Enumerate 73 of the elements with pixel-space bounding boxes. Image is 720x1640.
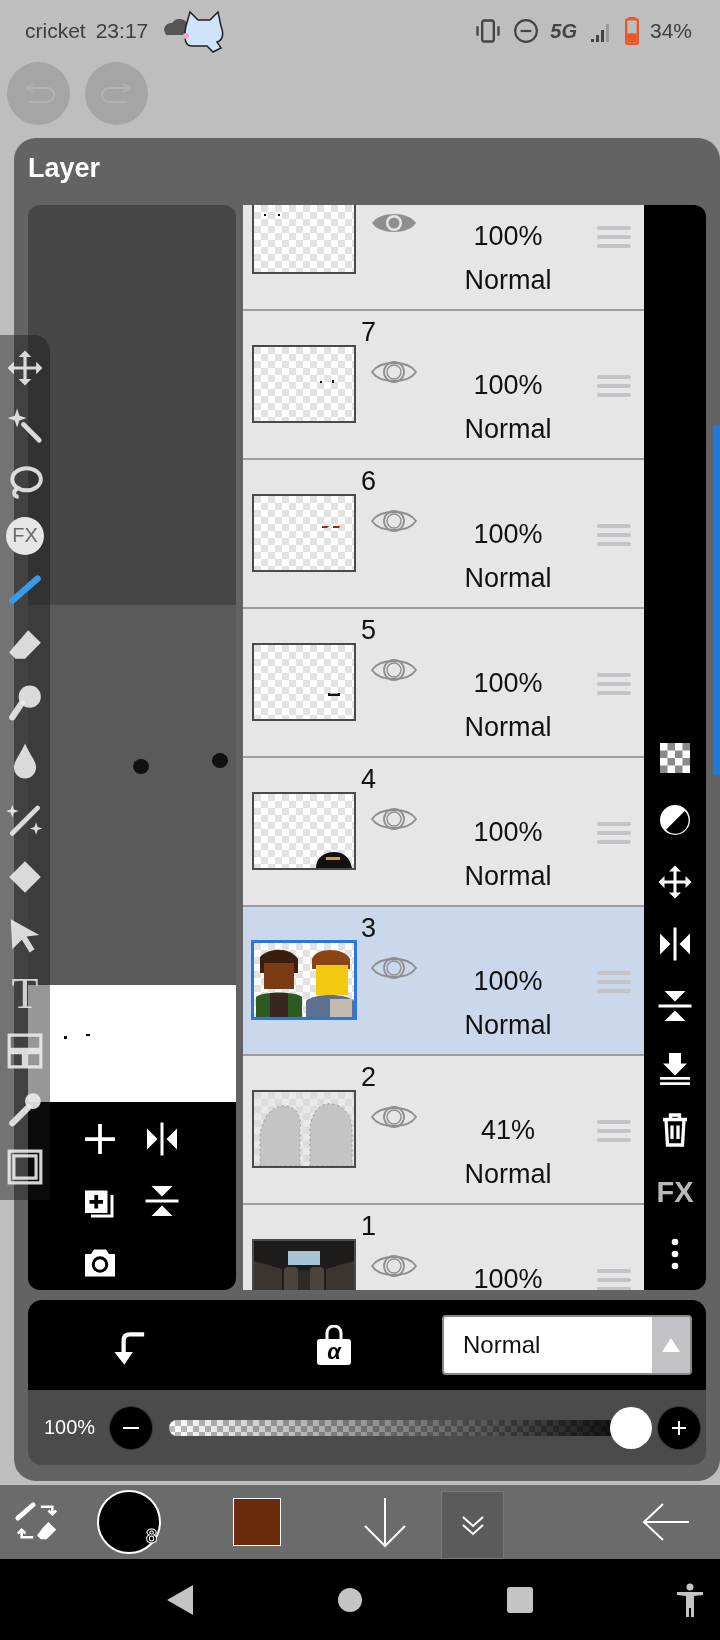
fx-button[interactable]: FX [655, 1172, 695, 1212]
drag-handle-icon[interactable] [597, 1119, 631, 1143]
do-not-disturb-icon [513, 18, 540, 44]
move-icon[interactable] [657, 864, 693, 900]
layer-blend-mode: Normal [464, 562, 552, 595]
layer-row[interactable]: 100% Normal [243, 205, 644, 311]
layer-number: 7 [361, 317, 377, 347]
drag-handle-icon[interactable] [597, 523, 631, 547]
merge-down-icon[interactable] [657, 1050, 693, 1086]
drag-handle-icon[interactable] [597, 821, 631, 845]
layer-number: 2 [361, 1062, 377, 1092]
drag-handle-icon[interactable] [597, 225, 631, 249]
layer-row[interactable]: 3 100% Normal [243, 907, 644, 1056]
canvas-icon[interactable] [6, 1147, 44, 1186]
smudge-icon[interactable] [6, 684, 44, 723]
layer-number: 1 [361, 1211, 377, 1241]
recents-icon[interactable] [507, 1586, 533, 1613]
half-circle-icon[interactable] [657, 802, 693, 838]
alpha-lock-button[interactable]: α [232, 1315, 436, 1375]
battery-icon [624, 17, 639, 45]
layer-blend-mode: Normal [464, 860, 552, 893]
network-label: 5G [550, 19, 577, 43]
flip-vertical-icon[interactable] [144, 1183, 180, 1219]
left-arrow-icon[interactable] [641, 1502, 691, 1542]
layer-blend-mode: Normal [464, 264, 552, 297]
layer-opacity: 100% [473, 518, 543, 551]
opacity-slider[interactable] [169, 1406, 652, 1449]
clock: 23:17 [95, 19, 149, 43]
move-icon[interactable] [6, 348, 44, 387]
triangle-icon [662, 1338, 680, 1352]
layer-opacity: 100% [473, 220, 543, 253]
plus-icon[interactable] [82, 1121, 118, 1157]
blend-mode-dropdown[interactable]: Normal [442, 1315, 692, 1375]
flip-vertical-icon[interactable] [657, 988, 693, 1024]
slider-thumb[interactable] [610, 1406, 652, 1449]
layer-opacity: 100% [473, 667, 543, 700]
layer-opacity: 100% [473, 369, 543, 402]
ink-dot [212, 753, 228, 768]
carrier-name: cricket [25, 19, 86, 43]
flip-horizontal-icon[interactable] [144, 1121, 180, 1157]
opacity-value: 100% [44, 1416, 97, 1439]
dialog-title: Layer [28, 152, 101, 185]
accessibility-icon[interactable] [676, 1582, 704, 1617]
minus-icon [123, 1426, 139, 1429]
layer-number: 5 [361, 615, 377, 645]
layer-number: 4 [361, 764, 377, 794]
increase-button[interactable] [658, 1406, 700, 1449]
collapse-button[interactable] [441, 1491, 504, 1559]
layer-number: 3 [361, 913, 377, 943]
lock-shackle-icon [323, 1325, 345, 1339]
ink-dot [133, 759, 149, 774]
layer-opacity: 100% [473, 816, 543, 849]
home-icon[interactable] [337, 1586, 363, 1613]
drag-handle-icon[interactable] [597, 672, 631, 696]
layer-opacity: 100% [473, 1263, 543, 1290]
drag-handle-icon[interactable] [597, 1268, 631, 1290]
scrollbar[interactable] [713, 425, 720, 775]
down-arrow-icon[interactable] [363, 1496, 407, 1548]
checkerboard-icon[interactable] [657, 740, 693, 776]
layer-number: 6 [361, 466, 377, 496]
layer-blend-mode: Normal [464, 1009, 552, 1042]
layer-opacity: 100% [473, 965, 543, 998]
flip-horizontal-icon[interactable] [657, 926, 693, 962]
layer-blend-mode: Normal [464, 1158, 552, 1191]
drag-handle-icon[interactable] [597, 970, 631, 994]
vibrate-icon [474, 17, 503, 45]
layer-blend-mode: Normal [464, 711, 552, 744]
drag-handle-icon[interactable] [597, 374, 631, 398]
battery-level: 34% [649, 19, 692, 43]
layer-blend-mode: Normal [464, 413, 552, 446]
frame-icon[interactable] [6, 1032, 44, 1070]
layer-opacity: 41% [480, 1114, 535, 1147]
back-icon[interactable] [167, 1584, 193, 1615]
